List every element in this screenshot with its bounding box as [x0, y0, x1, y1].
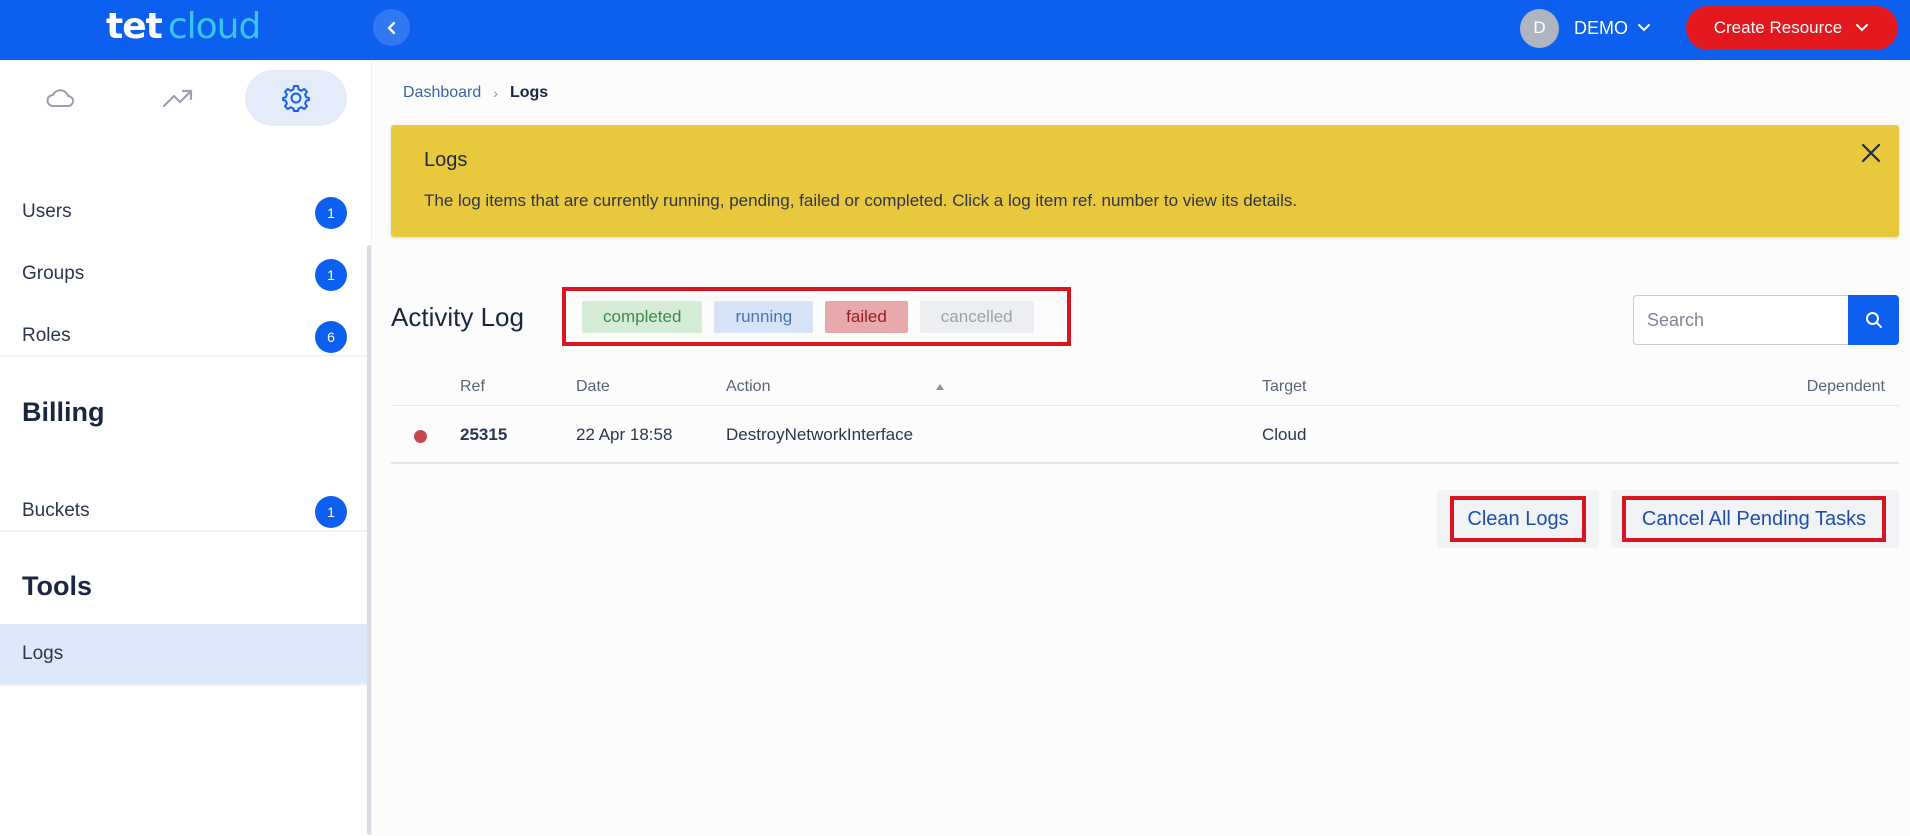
chevron-left-icon [387, 21, 395, 34]
count-badge: 6 [315, 321, 347, 353]
column-header-ref[interactable]: Ref [460, 378, 485, 396]
search-icon [1865, 312, 1882, 328]
column-header-dependent[interactable]: Dependent [1807, 378, 1885, 396]
cancel-all-pending-tasks-button[interactable]: Cancel All Pending Tasks [1622, 496, 1886, 542]
cloud-icon [46, 89, 74, 107]
count-badge: 1 [315, 259, 347, 291]
activity-log-title: Activity Log [391, 302, 524, 332]
clean-logs-wrapper: Clean Logs [1437, 490, 1599, 548]
search-box [1633, 295, 1899, 345]
sidebar-item-label: Roles [22, 325, 71, 346]
avatar: D [1520, 8, 1559, 48]
breadcrumb-dashboard-link[interactable]: Dashboard [403, 84, 481, 102]
banner-title: Logs [424, 149, 468, 171]
sidebar-divider [0, 355, 367, 357]
tab-settings[interactable] [245, 70, 347, 126]
chevron-right-icon: › [493, 85, 498, 101]
brand-logo-part1: tet [106, 6, 163, 47]
status-filters: completed running failed cancelled [562, 287, 1071, 346]
sidebar-item-label: Logs [22, 643, 64, 664]
clean-logs-button[interactable]: Clean Logs [1450, 496, 1586, 542]
cancel-tasks-wrapper: Cancel All Pending Tasks [1611, 490, 1899, 548]
count-badge: 1 [315, 496, 347, 528]
brand-logo[interactable]: tet cloud [106, 6, 261, 47]
section-title-billing: Billing [22, 397, 105, 427]
tab-analytics[interactable] [127, 70, 229, 126]
banner-description: The log items that are currently running… [424, 191, 1298, 210]
sidebar-item-roles[interactable]: Roles 6 [0, 306, 367, 366]
table-header: Ref Date Action Target Dependent [391, 376, 1899, 406]
log-ref-link[interactable]: 25315 [460, 425, 507, 445]
section-title-tools: Tools [22, 571, 92, 601]
brand-logo-part2: cloud [167, 6, 261, 47]
log-date: 22 Apr 18:58 [576, 425, 673, 444]
sidebar-item-groups[interactable]: Groups 1 [0, 244, 367, 304]
user-menu[interactable]: D DEMO [1520, 8, 1652, 48]
filter-running[interactable]: running [714, 300, 814, 333]
sort-ascending-icon[interactable] [935, 383, 945, 391]
sidebar-item-label: Users [22, 201, 72, 222]
tab-cloud[interactable] [9, 70, 111, 126]
sidebar-item-label: Groups [22, 263, 85, 284]
sidebar: Users 1 Groups 1 Roles 6 Billing Buckets… [0, 60, 372, 836]
search-input[interactable] [1633, 295, 1848, 345]
status-failed-dot [414, 430, 427, 443]
breadcrumb: Dashboard › Logs [403, 84, 548, 102]
filter-completed[interactable]: completed [582, 300, 703, 333]
search-button[interactable] [1848, 295, 1899, 345]
banner-close-button[interactable] [1857, 139, 1885, 167]
chevron-down-icon [1856, 24, 1869, 32]
log-target: Cloud [1262, 425, 1307, 444]
sidebar-divider [0, 530, 367, 532]
top-bar: tet cloud D DEMO Create Resource [0, 0, 1910, 60]
column-header-date[interactable]: Date [576, 378, 610, 396]
sidebar-item-logs[interactable]: Logs [0, 624, 367, 684]
count-badge: 1 [315, 197, 347, 229]
table-row[interactable]: 25315 22 Apr 18:58 DestroyNetworkInterfa… [391, 407, 1899, 464]
sidebar-tabs [0, 70, 372, 130]
create-resource-button[interactable]: Create Resource [1686, 6, 1898, 50]
sidebar-item-buckets[interactable]: Buckets 1 [0, 481, 367, 541]
filter-failed[interactable]: failed [825, 300, 908, 333]
log-action: DestroyNetworkInterface [726, 425, 914, 444]
sidebar-item-users[interactable]: Users 1 [0, 182, 367, 242]
create-resource-label: Create Resource [1713, 18, 1843, 37]
sidebar-item-label: Buckets [22, 500, 90, 521]
column-header-action[interactable]: Action [726, 378, 770, 396]
filter-cancelled[interactable]: cancelled [919, 300, 1034, 333]
sidebar-scrollbar[interactable] [367, 245, 371, 835]
sidebar-divider [0, 684, 367, 686]
close-icon [1861, 143, 1881, 163]
column-header-target[interactable]: Target [1262, 378, 1306, 396]
user-name: DEMO [1574, 17, 1628, 38]
gear-icon [282, 85, 310, 112]
collapse-sidebar-button[interactable] [373, 9, 410, 46]
trending-up-icon [162, 89, 193, 108]
breadcrumb-current: Logs [509, 84, 549, 101]
info-banner: Logs The log items that are currently ru… [391, 125, 1899, 237]
chevron-down-icon [1638, 24, 1650, 32]
